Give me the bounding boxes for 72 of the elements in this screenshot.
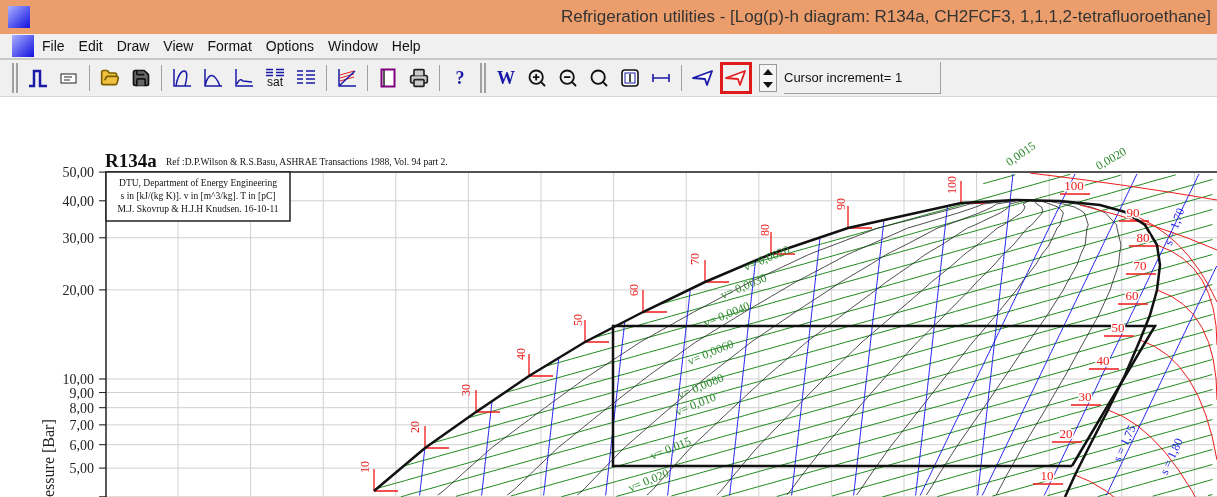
y-tick-label: 7,00 xyxy=(69,417,94,433)
document-icon xyxy=(12,35,34,57)
y-tick-label: 10,00 xyxy=(62,372,94,387)
entropy-label: s = 1,75 xyxy=(1109,422,1139,464)
cursor-tool-icon xyxy=(725,69,747,87)
dome-curve-icon xyxy=(202,67,224,89)
temperature-label: 90 xyxy=(834,198,848,210)
toolbar-button[interactable]: W xyxy=(491,63,521,93)
y-axis-label: essure [Bar] xyxy=(40,419,57,497)
increment-spinner[interactable] xyxy=(759,64,777,92)
y-tick-label: 5,00 xyxy=(69,461,94,477)
menu-item[interactable]: View xyxy=(157,35,200,57)
hatched-chart-icon xyxy=(336,67,358,89)
y-tick-label: 50,00 xyxy=(62,165,94,181)
temperature-label: 80 xyxy=(1136,230,1150,245)
volume-label: v= 0,020 xyxy=(626,465,671,495)
printer-icon xyxy=(409,68,429,88)
diagram-title: R134a xyxy=(105,150,157,171)
temperature-label: 40 xyxy=(514,348,528,360)
menu-item[interactable]: Draw xyxy=(110,35,156,57)
save-icon xyxy=(131,68,151,88)
table-lines-icon xyxy=(296,69,316,87)
window-title: Refrigeration utilities - [Log(p)-h diagram: R134a, CH2FCF3, 1,1,1,2-tetrafluoroethane] xyxy=(560,6,1211,29)
axes-curve-icon xyxy=(233,67,255,89)
fit-frame-icon xyxy=(620,68,640,88)
menu-item[interactable]: Help xyxy=(385,35,427,57)
app-icon xyxy=(8,6,30,28)
page-icon xyxy=(380,68,396,88)
entropy-label: s = 1,70 xyxy=(1161,206,1188,248)
step-chart-icon xyxy=(27,68,49,88)
cursor-tool-icon xyxy=(692,69,714,87)
y-tick-label: 40,00 xyxy=(62,193,94,209)
temperature-label: 80 xyxy=(758,224,772,236)
card-icon xyxy=(60,71,78,85)
menu-item[interactable]: Window xyxy=(322,35,384,57)
toolbar-glyph: W xyxy=(497,66,515,90)
reference-text: Ref :D.P.Wilson & R.S.Basu, ASHRAE Transactions 1988, Vol. 94 part 2. xyxy=(166,157,448,167)
volume-label: v= 0,0060 xyxy=(685,336,736,368)
menu-item[interactable]: Edit xyxy=(72,35,109,57)
info-text: M.J. Skovrup & H.J.H Knudsen. 16-10-11 xyxy=(117,204,279,214)
cursor-increment-label: Cursor increment= 1 xyxy=(784,62,941,94)
temperature-label: 30 xyxy=(459,384,473,396)
y-tick-label: 8,00 xyxy=(69,400,94,416)
menu-item[interactable]: Format xyxy=(201,35,258,57)
y-tick-label: 30,00 xyxy=(62,230,94,246)
volume-label: v= 0,015 xyxy=(648,433,693,463)
zoom-out-icon xyxy=(558,68,578,88)
curve-icon xyxy=(171,67,193,89)
temperature-label: 60 xyxy=(1125,288,1139,303)
temperature-label: 50 xyxy=(571,314,585,326)
temperature-label: 10 xyxy=(1040,468,1054,483)
temperature-label: 70 xyxy=(688,253,702,265)
temperature-label: 100 xyxy=(945,176,959,194)
open-folder-icon xyxy=(100,68,120,88)
y-tick-label: 9,00 xyxy=(69,385,94,401)
zoom-in-icon xyxy=(527,68,547,88)
zoom-icon xyxy=(589,68,609,88)
menu-item[interactable]: Options xyxy=(259,35,321,57)
temperature-label: 70 xyxy=(1133,258,1147,273)
temperature-label: 20 xyxy=(408,421,422,433)
entropy-label: s = 1,80 xyxy=(1156,435,1186,477)
info-text: DTU, Department of Energy Engineering xyxy=(119,178,277,188)
temperature-label: 60 xyxy=(627,284,641,296)
info-text: s in [kJ/(kg K)]. v in [m^3/kg]. T in [pC] xyxy=(120,191,276,201)
temperature-label: 20 xyxy=(1059,426,1073,441)
y-tick-label: 6,00 xyxy=(69,437,94,453)
width-arrows-icon xyxy=(651,73,671,83)
temperature-label: 10 xyxy=(358,461,372,473)
toolbar-glyph: ? xyxy=(455,66,465,90)
toolbar-button[interactable]: ? xyxy=(445,63,475,93)
y-tick-label: 20,00 xyxy=(62,282,94,298)
menu-item[interactable]: File xyxy=(36,35,71,57)
